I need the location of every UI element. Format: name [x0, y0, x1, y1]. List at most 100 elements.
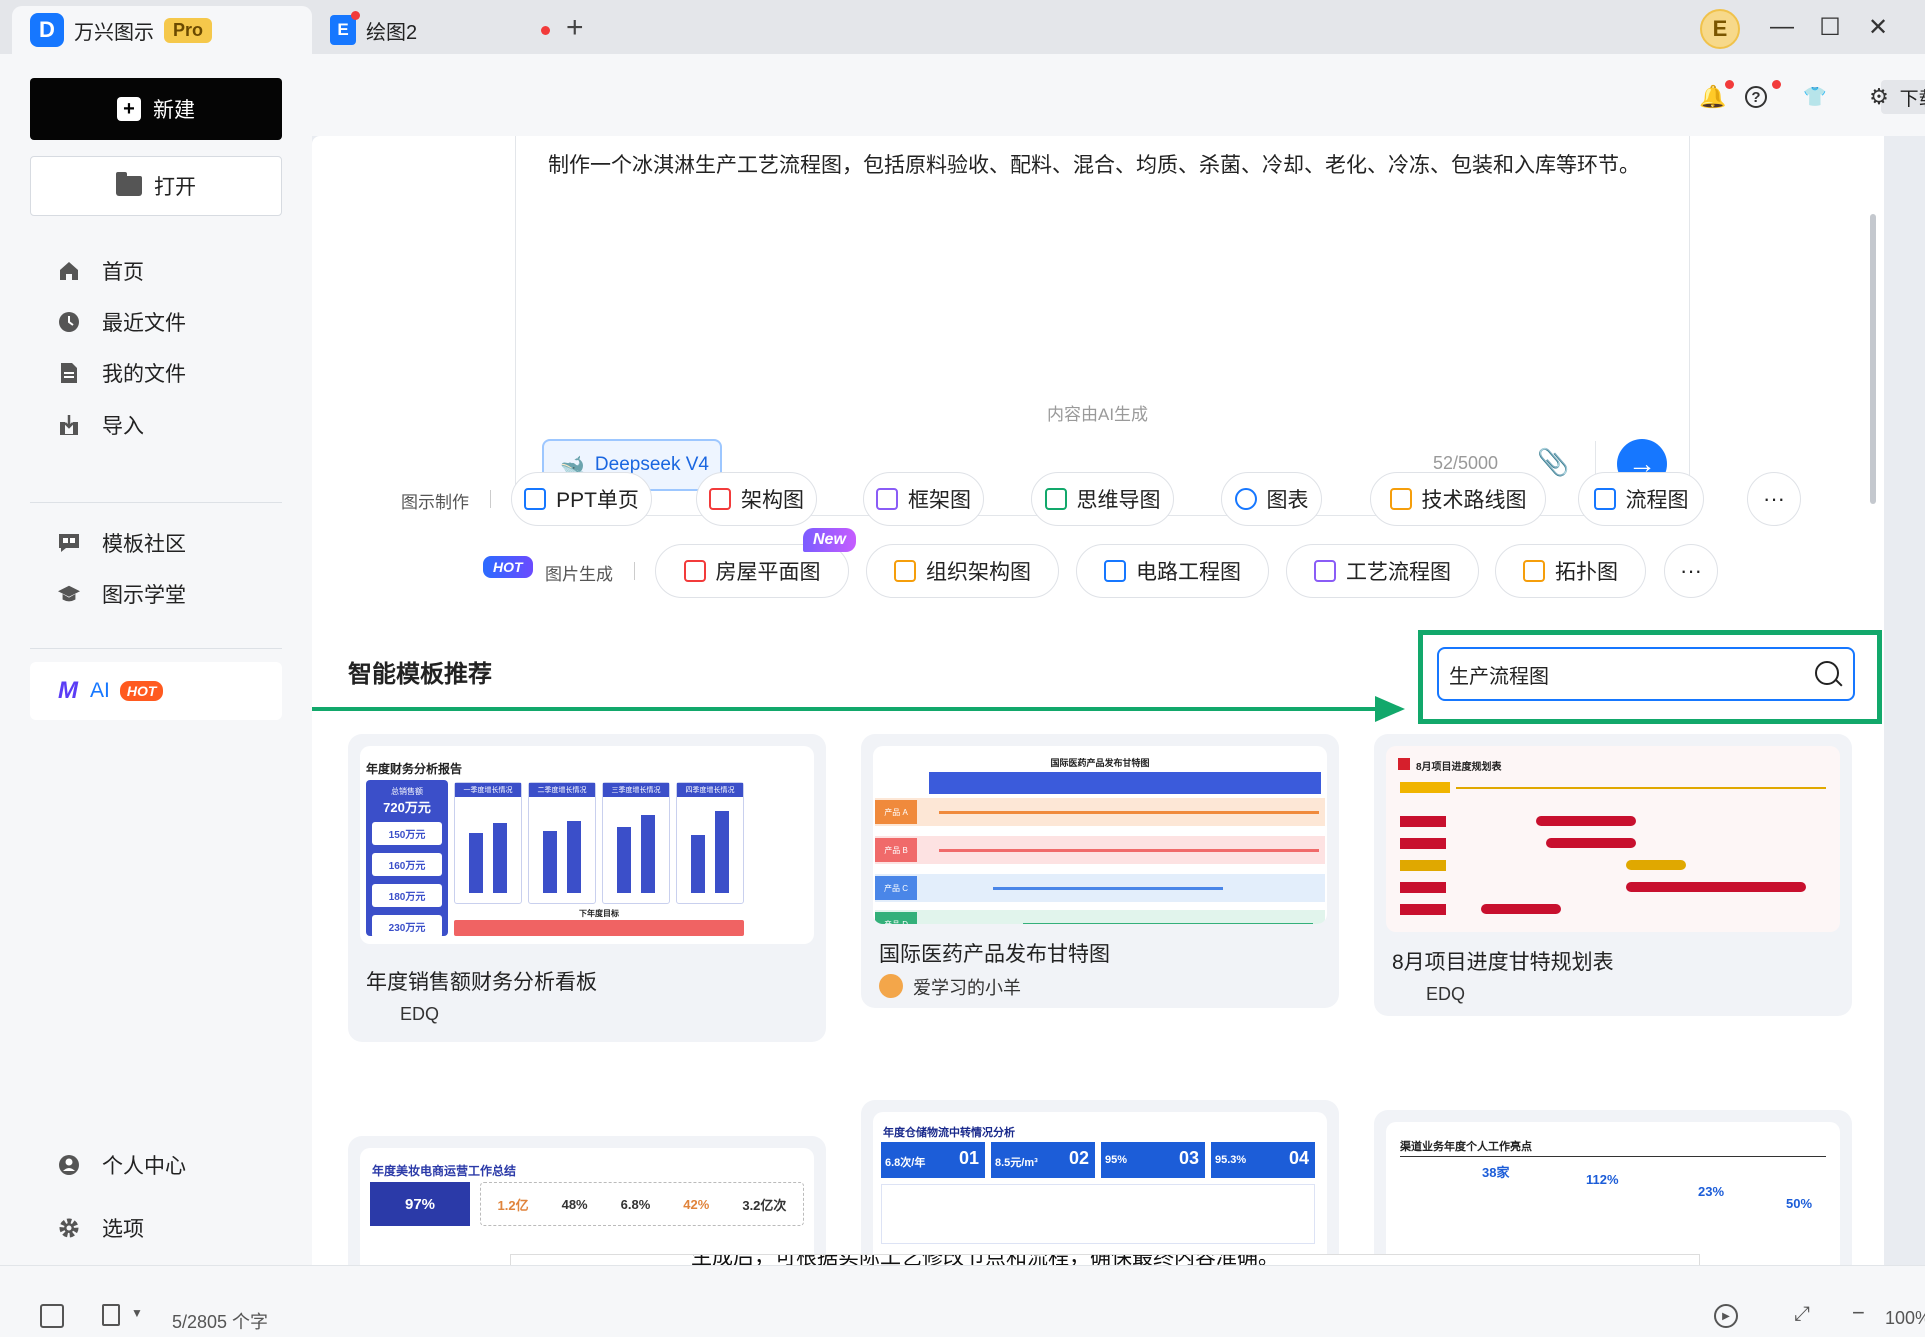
category-label: 架构图	[741, 489, 804, 512]
template-card[interactable]: 年度财务分析报告 总销售额 720万元 150万元 160万元 180万元 23…	[348, 734, 826, 1042]
template-search-box[interactable]	[1437, 647, 1855, 701]
more-image-types-button[interactable]: ···	[1664, 544, 1718, 598]
template-thumbnail: 渠道业务年度个人工作亮点 38家 112% 23% 50%	[1386, 1122, 1840, 1265]
template-thumbnail: 年度美妆电商运营工作总结 97% 1.2亿 48% 6.8% 42% 3.2亿次	[360, 1148, 814, 1265]
thumb-stat: 38家	[1482, 1165, 1510, 1180]
circuit-icon	[1104, 560, 1126, 582]
category-chart[interactable]: 图表	[1221, 472, 1322, 526]
roadmap-icon	[1389, 488, 1412, 510]
category-flowchart[interactable]: 流程图	[1578, 472, 1704, 526]
mind-map-icon	[1044, 488, 1067, 510]
template-title: 国际医药产品发布甘特图	[879, 943, 1110, 966]
template-card[interactable]: 渠道业务年度个人工作亮点 38家 112% 23% 50%	[1374, 1110, 1852, 1265]
app-logo-icon: D	[30, 13, 64, 47]
new-button[interactable]: + 新建	[30, 78, 282, 140]
thumb-title: 年度美妆电商运营工作总结	[372, 1164, 517, 1178]
sidebar-item-template-community[interactable]: 模板社区	[58, 523, 186, 563]
template-card[interactable]: 年度仓储物流中转情况分析 6.8次/年 01 8.5元/m³ 02 95% 03 95…	[861, 1100, 1339, 1265]
theme-icon[interactable]: 👕	[1802, 84, 1828, 110]
ppt-icon	[524, 488, 547, 510]
ai-logo-icon: M	[58, 677, 78, 704]
thumb-kpi: 95% 03	[1101, 1142, 1205, 1178]
help-notification-dot	[1772, 80, 1781, 89]
home-icon	[58, 260, 80, 282]
category-ppt-page[interactable]: PPT单页	[511, 472, 652, 526]
category-topology[interactable]: 拓扑图	[1495, 544, 1646, 598]
category-process-flow[interactable]: 工艺流程图	[1286, 544, 1479, 598]
template-card[interactable]: 年度美妆电商运营工作总结 97% 1.2亿 48% 6.8% 42% 3.2亿次	[348, 1136, 826, 1265]
category-label: 拓扑图	[1555, 561, 1618, 584]
sidebar-item-import[interactable]: 导入	[58, 405, 144, 445]
close-window-button[interactable]: ✕	[1860, 10, 1896, 44]
sidebar-item-label: 我的文件	[102, 363, 186, 386]
avatar[interactable]: E	[1700, 9, 1740, 49]
sidebar-item-ai[interactable]: M AI HOT	[30, 662, 282, 720]
zoom-out-icon[interactable]: −	[1852, 1300, 1865, 1326]
sidebar-item-my-files[interactable]: 我的文件	[58, 353, 186, 393]
thumb-stat: 48%	[561, 1196, 588, 1212]
thumb-kpi: 8.5元/m³ 02	[991, 1142, 1095, 1178]
sidebar-item-label: 首页	[102, 261, 144, 284]
template-card[interactable]: 国际医药产品发布甘特图 产品 A 产品 B 产品 C 产品 D 国际医药产品发布…	[861, 734, 1339, 1008]
category-framework[interactable]: 框架图	[863, 472, 984, 526]
category-label: 流程图	[1625, 489, 1689, 512]
category-label: 思维导图	[1076, 489, 1161, 512]
main-content: 制作一个冰淇淋生产工艺流程图，包括原料验收、配料、混合、均质、杀菌、冷却、老化、…	[312, 136, 1884, 1265]
topology-icon	[1523, 560, 1545, 582]
template-thumbnail: 年度仓储物流中转情况分析 6.8次/年 01 8.5元/m³ 02 95% 03 95…	[873, 1112, 1327, 1265]
sidebar-item-personal-center[interactable]: 个人中心	[58, 1145, 186, 1185]
image-category-label: 图片生成	[545, 565, 613, 584]
category-label: 电路工程图	[1136, 561, 1241, 584]
thumb-kpi: 6.8次/年 01	[881, 1142, 985, 1178]
scrollbar[interactable]	[1870, 214, 1876, 504]
hot-badge: HOT	[483, 556, 533, 578]
chevron-down-icon[interactable]: ▼	[131, 1306, 143, 1320]
thumb-stat: 50%	[1786, 1196, 1813, 1211]
category-mind-map[interactable]: 思维导图	[1031, 472, 1174, 526]
open-button[interactable]: 打开	[30, 156, 282, 216]
play-icon[interactable]: ▶	[1714, 1304, 1738, 1328]
flowchart-icon	[1593, 488, 1616, 510]
sidebar-item-home[interactable]: 首页	[58, 251, 144, 291]
fullscreen-icon[interactable]: ⤢	[1794, 1303, 1810, 1326]
page-icon[interactable]	[102, 1304, 120, 1326]
category-floor-plan[interactable]: 房屋平面图	[655, 544, 849, 598]
sidebar-item-options[interactable]: 选项	[58, 1208, 144, 1248]
category-org-chart[interactable]: 组织架构图	[866, 544, 1059, 598]
category-tech-roadmap[interactable]: 技术路线图	[1370, 472, 1546, 526]
sidebar-item-recent[interactable]: 最近文件	[58, 302, 186, 342]
word-count[interactable]: 5/2805 个字	[172, 1308, 268, 1334]
prompt-input[interactable]: 制作一个冰淇淋生产工艺流程图，包括原料验收、配料、混合、均质、杀菌、冷却、老化、…	[548, 149, 1640, 179]
help-icon[interactable]: ?	[1745, 86, 1767, 108]
community-icon	[58, 532, 80, 554]
settings-icon[interactable]: ⚙	[1866, 84, 1892, 110]
sidebar-item-academy[interactable]: 图示学堂	[58, 574, 186, 614]
tab-drawing-2[interactable]: E 绘图2	[318, 6, 550, 54]
thumb-q-head: 三季度增长情况	[603, 783, 669, 797]
tab-home[interactable]: D 万兴图示 Pro	[12, 6, 312, 54]
maximize-button[interactable]: ☐	[1812, 10, 1848, 44]
divider	[634, 562, 635, 580]
paperclip-icon[interactable]: 📎	[1537, 447, 1569, 478]
more-diagram-types-button[interactable]: ···	[1747, 472, 1801, 526]
plus-icon: +	[117, 97, 141, 121]
process-flow-icon	[1314, 560, 1336, 582]
thumb-quarter-chart: 四季度增长情况	[676, 782, 744, 904]
sidebar-item-label: 个人中心	[102, 1155, 186, 1178]
graduation-cap-icon	[58, 583, 80, 605]
category-label: 技术路线图	[1421, 489, 1527, 512]
add-tab-button[interactable]: +	[566, 12, 584, 44]
template-title: 8月项目进度甘特规划表	[1392, 951, 1614, 974]
category-circuit-diagram[interactable]: 电路工程图	[1076, 544, 1269, 598]
search-icon[interactable]	[1815, 661, 1839, 685]
thumb-stat: 42%	[683, 1196, 710, 1212]
thumb-total-label: 总销售额	[391, 787, 423, 796]
bell-icon[interactable]: 🔔	[1699, 84, 1726, 110]
category-architecture[interactable]: 架构图	[696, 472, 817, 526]
outline-view-icon[interactable]	[40, 1304, 64, 1328]
template-search-input[interactable]	[1449, 659, 1789, 689]
template-card[interactable]: 8月项目进度规划表 8月项目进度甘特规划表 EDQ	[1374, 734, 1852, 1016]
zoom-level[interactable]: 100%	[1885, 1308, 1925, 1329]
minimize-button[interactable]: —	[1764, 10, 1800, 44]
framework-icon	[876, 488, 898, 510]
